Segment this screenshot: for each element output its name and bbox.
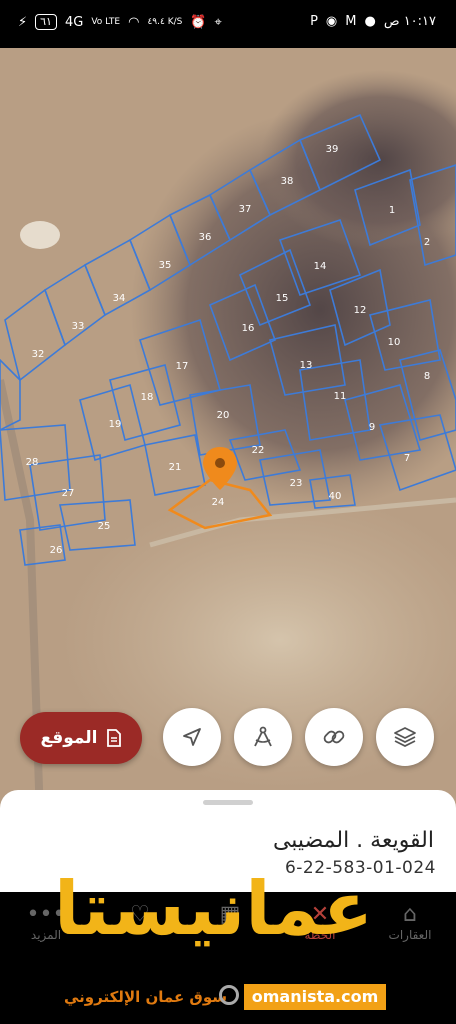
- parcel-label: 8: [424, 371, 430, 382]
- link-button[interactable]: [305, 708, 363, 766]
- parcel-label: 14: [314, 261, 327, 272]
- parcel-label: 33: [72, 321, 85, 332]
- map-view[interactable]: 39 38 37 36 35 34 33 32 1 2 14 15 16 12 …: [0, 48, 456, 818]
- parcel-label: 1: [389, 205, 395, 216]
- parcel-label: 27: [62, 488, 75, 499]
- volte-label: Vo LTE: [91, 17, 121, 27]
- document-icon: [106, 729, 121, 747]
- parcel-label: 37: [239, 204, 252, 215]
- watermark-dot-icon: [219, 985, 239, 1005]
- parcel-label: 12: [354, 305, 367, 316]
- parcel-label: 23: [290, 478, 303, 489]
- measure-button[interactable]: [234, 708, 292, 766]
- watermark-logo: عمانيستا: [54, 866, 375, 952]
- parcel-label: 17: [176, 361, 189, 372]
- nav-item-properties[interactable]: ⌂ العقارات: [370, 902, 450, 942]
- status-right: ١٠:١٧ ص ● M ◉ P: [310, 14, 436, 29]
- parcel-label: 13: [300, 360, 313, 371]
- location-button-label: الموقع: [40, 728, 98, 748]
- navigate-icon: [183, 728, 201, 746]
- app-p-icon: P: [310, 14, 318, 29]
- parcel-label: 32: [32, 349, 45, 360]
- sheet-drag-handle[interactable]: [203, 800, 253, 805]
- parcel-label: 35: [159, 260, 172, 271]
- parcel-label: 25: [98, 521, 111, 532]
- alarm-icon: ⏰: [190, 14, 207, 30]
- parcel-label: 20: [217, 410, 230, 421]
- status-bar: ⚡ ٦١ 4G Vo LTE ◠ ٤٩.٤ K/S ⏰ ⌖ ١٠:١٧ ص ● …: [0, 0, 456, 48]
- location-button[interactable]: الموقع: [20, 712, 142, 764]
- mail-icon: M: [345, 14, 357, 29]
- speed-label: ٤٩.٤ K/S: [147, 17, 183, 27]
- link-icon: [323, 730, 345, 744]
- notification-icon: ●: [364, 14, 376, 29]
- charging-icon: ⚡: [18, 14, 28, 30]
- watermark-tagline: سوق عمان الإلكتروني: [64, 988, 228, 1006]
- parcel-label: 19: [109, 419, 122, 430]
- parcel-label: 15: [276, 293, 289, 304]
- watermark-url: omanista.com: [244, 984, 386, 1010]
- location-icon: ⌖: [214, 14, 222, 30]
- parcel-label: 28: [26, 457, 39, 468]
- terrain-spot: [20, 221, 60, 249]
- clock: ١٠:١٧ ص: [383, 14, 436, 29]
- parcel-label: 39: [326, 144, 339, 155]
- parcel-label: 36: [199, 232, 212, 243]
- parcel-label: 38: [281, 176, 294, 187]
- parcel-label: 21: [169, 462, 182, 473]
- selected-parcel-label: 24: [212, 497, 225, 508]
- parcel-label: 7: [404, 453, 410, 464]
- status-left: ⚡ ٦١ 4G Vo LTE ◠ ٤٩.٤ K/S ⏰ ⌖: [18, 14, 222, 30]
- parcel-label: 40: [329, 491, 342, 502]
- network-type: 4G: [64, 14, 84, 30]
- measure-icon: [254, 726, 272, 747]
- place-name: القويعة . المضيبى: [272, 828, 434, 853]
- home-icon: ⌂: [403, 902, 417, 927]
- whatsapp-icon: ◉: [325, 14, 338, 29]
- map-canvas[interactable]: 39 38 37 36 35 34 33 32 1 2 14 15 16 12 …: [0, 48, 456, 818]
- parcel-label: 16: [242, 323, 255, 334]
- parcel-label: 26: [50, 545, 63, 556]
- navigate-button[interactable]: [163, 708, 221, 766]
- parcel-label: 34: [113, 293, 126, 304]
- parcel-label: 22: [252, 445, 265, 456]
- parcel-label: 9: [369, 422, 375, 433]
- parcel-label: 11: [334, 391, 347, 402]
- layers-button[interactable]: [376, 708, 434, 766]
- nav-item-label: العقارات: [388, 928, 432, 942]
- wifi-icon: ◠: [128, 14, 140, 30]
- parcel-label: 2: [424, 237, 430, 248]
- layers-icon: [394, 727, 416, 748]
- parcel-label: 10: [388, 337, 401, 348]
- parcel-label: 18: [141, 392, 154, 403]
- battery-indicator: ٦١: [35, 14, 57, 30]
